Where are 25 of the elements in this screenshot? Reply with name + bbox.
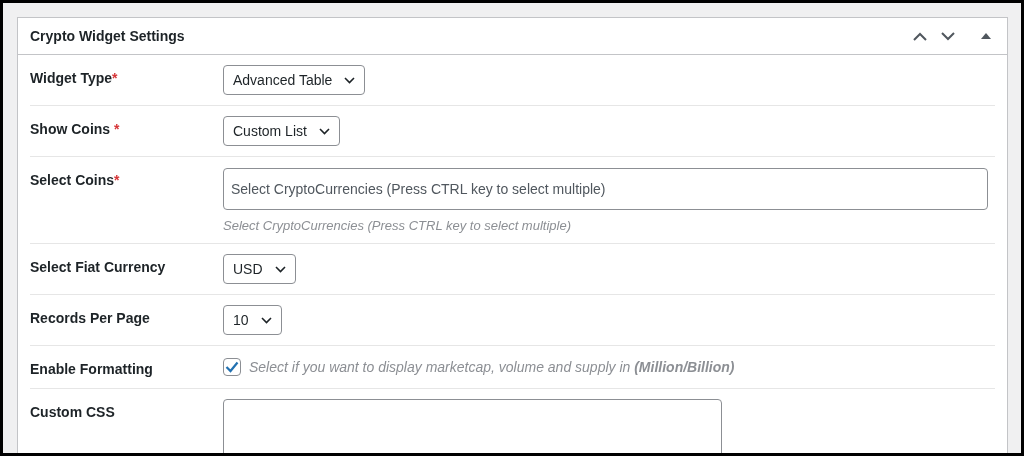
checkmark-icon (225, 361, 239, 373)
chevron-up-icon (913, 31, 927, 41)
chevron-down-icon (941, 31, 955, 41)
field-label: Custom CSS (30, 404, 115, 420)
chevron-down-icon (260, 316, 272, 324)
dropdown[interactable]: Advanced Table (223, 65, 366, 95)
field-description: Select if you want to display marketcap, volume and supply in (Million/Billion) (249, 359, 735, 375)
field-label: Widget Type* (30, 70, 118, 86)
coins-select-field[interactable]: Select CryptoCurrencies (Press CTRL key to select multiple) (223, 168, 988, 210)
field-label: Select Coins* (30, 172, 120, 188)
field-label: Show Coins * (30, 121, 120, 137)
field-label: Enable Formatting (30, 361, 153, 377)
dropdown[interactable]: USD (223, 254, 296, 284)
field-description: Select CryptoCurrencies (Press CTRL key to select multiple) (223, 218, 572, 233)
custom-css-textarea[interactable] (223, 399, 722, 453)
dropdown[interactable]: 10 (223, 305, 282, 335)
chevron-down-icon (274, 265, 286, 273)
triangle-up-icon (981, 33, 991, 39)
field-label: Select Fiat Currency (30, 259, 166, 275)
chevron-down-icon (344, 76, 356, 84)
dropdown[interactable]: Custom List (223, 116, 340, 146)
field-label: Records Per Page (30, 310, 150, 326)
panel-title: Crypto Widget Settings (30, 28, 185, 44)
chevron-down-icon (318, 127, 330, 135)
checkbox[interactable] (223, 358, 241, 376)
